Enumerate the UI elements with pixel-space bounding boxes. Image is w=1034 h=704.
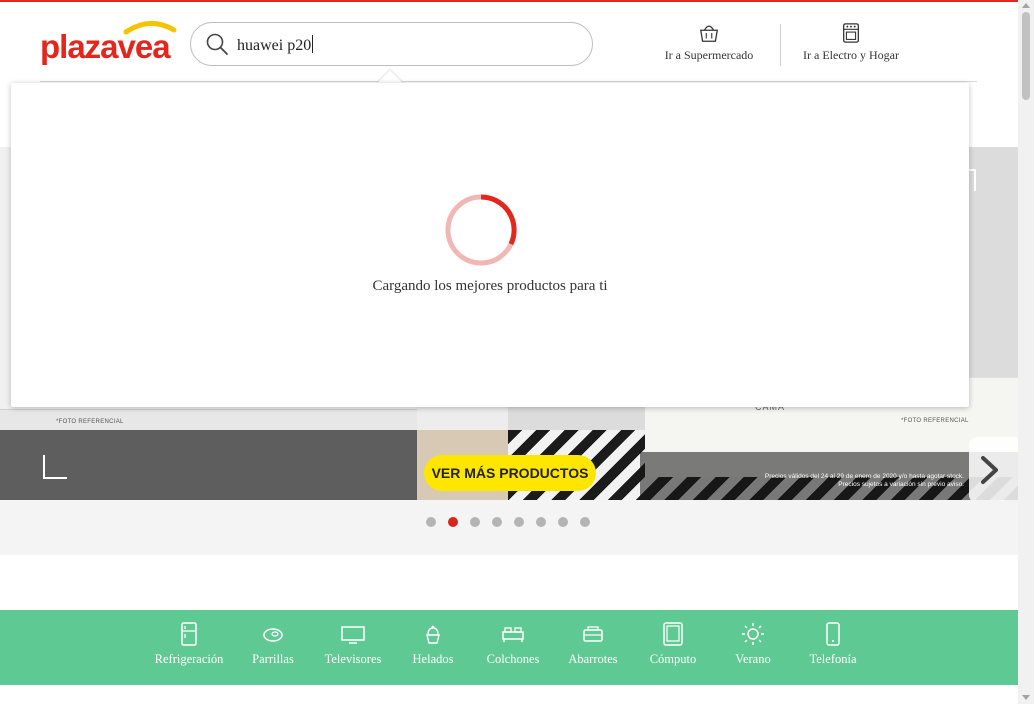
category-bar: Refrigeración Parrillas Televisores Hela…: [0, 610, 1018, 685]
scroll-up-arrow-icon[interactable]: [1022, 3, 1030, 8]
header-rule: [40, 81, 977, 82]
legal-line-2: Precios sujetos a variación sin previo a…: [838, 481, 964, 488]
link-supermercado-label: Ir a Supermercado: [664, 48, 754, 62]
bed-icon: [502, 627, 524, 642]
category-label: Helados: [412, 652, 454, 666]
category-label: Colchones: [486, 652, 540, 666]
search-suggestions-dropdown: Cargando los mejores productos para ti: [11, 83, 969, 407]
ice-cream-icon: [426, 625, 440, 644]
basket-icon: [699, 25, 719, 42]
category-verano[interactable]: Verano: [713, 610, 793, 685]
logo-text: plazavea: [40, 28, 171, 65]
text-caret: [312, 35, 314, 53]
tablet-icon: [663, 622, 683, 646]
category-abarrotes[interactable]: Abarrotes: [553, 610, 633, 685]
carousel-dot-3[interactable]: [470, 517, 480, 527]
category-telefonia[interactable]: Telefonía: [793, 610, 873, 685]
plazavea-logo[interactable]: plazavea: [40, 18, 180, 68]
sun-icon: [742, 623, 764, 645]
frame-corner-bottom-left: [43, 455, 67, 479]
grill-meat-icon: [263, 628, 283, 642]
scrollbar-thumb[interactable]: [1022, 12, 1030, 100]
carousel-dot-7[interactable]: [558, 517, 568, 527]
ver-mas-productos-button[interactable]: VER MÁS PRODUCTOS: [424, 455, 596, 491]
category-colchones[interactable]: Colchones: [473, 610, 553, 685]
carousel-dot-2[interactable]: [448, 517, 458, 527]
page-scrollbar[interactable]: [1018, 0, 1034, 704]
scroll-down-arrow-icon[interactable]: [1022, 695, 1030, 700]
category-label: Cómputo: [649, 652, 697, 666]
link-supermercado[interactable]: Ir a Supermercado: [654, 22, 764, 63]
legal-line-1: Precios válidos del 24 al 29 de enero de…: [764, 473, 964, 480]
carousel-dot-1[interactable]: [426, 517, 436, 527]
loading-spinner-icon: [445, 194, 517, 266]
category-label: Telefonía: [809, 652, 857, 666]
category-televisores[interactable]: Televisores: [313, 610, 393, 685]
tv-icon: [341, 626, 365, 644]
foto-referencial-right: *FOTO REFERENCIAL: [901, 418, 969, 424]
carousel-dot-6[interactable]: [536, 517, 546, 527]
category-helados[interactable]: Helados: [393, 610, 473, 685]
category-computo[interactable]: Cómputo: [633, 610, 713, 685]
search-input[interactable]: huawei p20: [237, 35, 314, 55]
carousel-dot-5[interactable]: [514, 517, 524, 527]
category-label: Televisores: [324, 652, 382, 666]
category-parrillas[interactable]: Parrillas: [233, 610, 313, 685]
carousel-pagination-area: [0, 500, 1018, 555]
category-label: Refrigeración: [154, 652, 224, 666]
legal-text: Precios válidos del 24 al 29 de enero de…: [724, 473, 964, 489]
phone-icon: [826, 622, 840, 646]
search-icon[interactable]: [205, 32, 229, 56]
carousel-dot-4[interactable]: [492, 517, 502, 527]
site-header: plazavea huawei p20 Ir a Supermercado Ir…: [0, 2, 1018, 82]
loading-message: Cargando los mejores productos para ti: [372, 278, 608, 294]
carousel-next-button[interactable]: [969, 437, 1018, 500]
foto-referencial-left: *FOTO REFERENCIAL: [56, 419, 124, 425]
stove-icon: [843, 23, 859, 43]
category-label: Verano: [735, 652, 771, 666]
search-input-value: huawei p20: [237, 37, 312, 54]
groceries-icon: [583, 626, 603, 642]
link-electro-hogar-label: Ir a Electro y Hogar: [803, 48, 899, 62]
chevron-right-icon: [981, 456, 998, 484]
carousel-dots: [426, 517, 590, 527]
category-refrigeracion[interactable]: Refrigeración: [145, 610, 233, 685]
link-electro-hogar[interactable]: Ir a Electro y Hogar: [792, 22, 910, 63]
fridge-icon: [181, 622, 197, 646]
search-bar[interactable]: huawei p20: [190, 22, 593, 66]
header-divider: [780, 24, 781, 66]
category-label: Abarrotes: [568, 652, 618, 666]
carousel-dot-8[interactable]: [580, 517, 590, 527]
category-label: Parrillas: [252, 652, 294, 666]
